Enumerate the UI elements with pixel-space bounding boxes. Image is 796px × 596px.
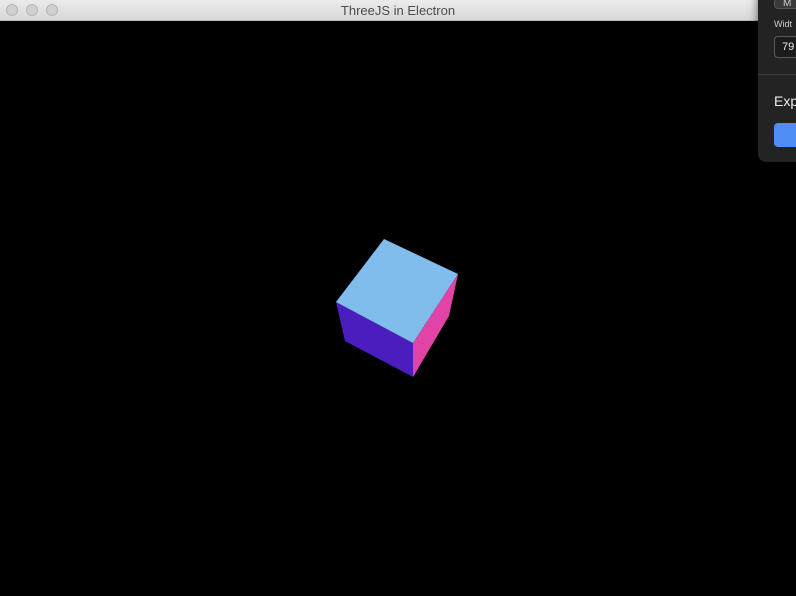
width-label: Widt [774, 19, 792, 29]
title-bar[interactable]: ThreeJS in Electron [0, 0, 796, 21]
width-input[interactable]: 79 [774, 36, 796, 58]
mode-select[interactable]: M [774, 0, 796, 9]
scene-svg [336, 239, 458, 377]
app-window: ThreeJS in Electron M Widt 79 Exp [0, 0, 796, 596]
panel-divider [758, 74, 796, 75]
window-title: ThreeJS in Electron [340, 3, 456, 18]
export-heading: Exp [774, 93, 796, 109]
threejs-canvas[interactable] [0, 21, 796, 596]
export-button[interactable] [774, 123, 796, 147]
settings-panel: M Widt 79 Exp [758, 0, 796, 162]
